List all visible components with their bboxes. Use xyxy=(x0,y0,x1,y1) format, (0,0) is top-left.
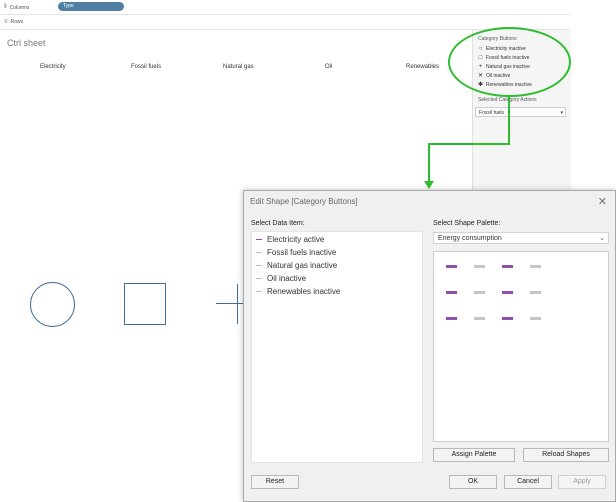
assign-palette-button[interactable]: Assign Palette xyxy=(433,448,515,462)
rows-shelf[interactable]: ≡ Rows xyxy=(0,15,570,30)
category-filter-value: Fossil fuels xyxy=(479,110,505,116)
palette-shape[interactable] xyxy=(502,317,513,320)
column-header-fossil-fuels: Fossil fuels xyxy=(131,64,162,70)
ok-button[interactable]: OK xyxy=(449,475,497,489)
natural-gas-plus-shape[interactable] xyxy=(216,303,244,304)
palette-shape[interactable] xyxy=(530,291,541,294)
fossil-fuels-square-shape[interactable] xyxy=(124,283,166,325)
palette-shape[interactable] xyxy=(502,265,513,268)
palette-shape[interactable] xyxy=(502,291,513,294)
data-item-electricity-active[interactable]: Electricity active xyxy=(256,235,324,244)
close-icon[interactable]: ✕ xyxy=(598,195,607,208)
category-filter-select[interactable]: Fossil fuels ▾ xyxy=(475,107,566,117)
shape-swatch-icon xyxy=(256,264,262,267)
chevron-down-icon: ⌄ xyxy=(599,235,605,242)
cancel-button[interactable]: Cancel xyxy=(504,475,552,489)
annotation-arrow-head xyxy=(424,181,434,189)
column-header-oil: Oil xyxy=(325,64,333,70)
select-shape-palette-label: Select Shape Palette: xyxy=(433,220,501,227)
shape-swatch-icon xyxy=(256,290,262,293)
shape-swatch-icon xyxy=(256,251,262,254)
data-item-list[interactable]: Electricity active Fossil fuels inactive… xyxy=(251,231,423,463)
columns-shelf[interactable]: ⦀ Columns Type xyxy=(0,0,570,15)
natural-gas-plus-shape-vertical xyxy=(237,284,238,324)
shape-palette-grid[interactable] xyxy=(433,251,609,442)
apply-button[interactable]: Apply xyxy=(558,475,606,489)
annotation-line-down xyxy=(428,143,430,181)
edit-shape-dialog: Edit Shape [Category Buttons] ✕ Select D… xyxy=(243,190,616,502)
column-header-natural-gas: Natural gas xyxy=(223,64,254,70)
shape-swatch-icon xyxy=(256,277,262,280)
data-item-oil-inactive[interactable]: Oil inactive xyxy=(256,274,306,283)
sheet-title: Ctrl sheet xyxy=(7,38,46,48)
columns-icon: ⦀ xyxy=(4,4,7,10)
type-pill[interactable]: Type xyxy=(58,2,124,11)
columns-shelf-label: Columns xyxy=(9,4,30,11)
palette-shape[interactable] xyxy=(530,265,541,268)
shape-palette-select[interactable]: Energy consumption ⌄ xyxy=(433,232,609,244)
electricity-circle-shape[interactable] xyxy=(30,282,75,327)
column-header-renewables: Renewables xyxy=(406,64,440,70)
data-item-fossil-fuels-inactive[interactable]: Fossil fuels inactive xyxy=(256,248,336,257)
palette-shape[interactable] xyxy=(474,291,485,294)
shape-swatch-icon xyxy=(256,238,262,241)
palette-shape[interactable] xyxy=(474,317,485,320)
annotation-line-vertical xyxy=(508,96,510,144)
chevron-down-icon: ▾ xyxy=(560,110,563,116)
palette-shape[interactable] xyxy=(474,265,485,268)
rows-icon: ≡ xyxy=(4,19,8,25)
column-header-electricity: Electricity xyxy=(40,64,66,70)
annotation-line-horizontal xyxy=(428,143,510,145)
palette-shape[interactable] xyxy=(530,317,541,320)
data-item-renewables-inactive[interactable]: Renewables inactive xyxy=(256,287,340,296)
palette-shape[interactable] xyxy=(446,317,457,320)
dialog-title: Edit Shape [Category Buttons] xyxy=(250,197,358,206)
palette-shape[interactable] xyxy=(446,265,457,268)
reload-shapes-button[interactable]: Reload Shapes xyxy=(523,448,609,462)
data-item-natural-gas-inactive[interactable]: Natural gas inactive xyxy=(256,261,337,270)
select-data-item-label: Select Data Item: xyxy=(251,220,305,227)
palette-shape[interactable] xyxy=(446,291,457,294)
reset-button[interactable]: Reset xyxy=(251,475,299,489)
rows-shelf-label: Rows xyxy=(10,19,24,25)
annotation-ellipse xyxy=(448,27,571,97)
shape-palette-value: Energy consumption xyxy=(438,235,502,242)
